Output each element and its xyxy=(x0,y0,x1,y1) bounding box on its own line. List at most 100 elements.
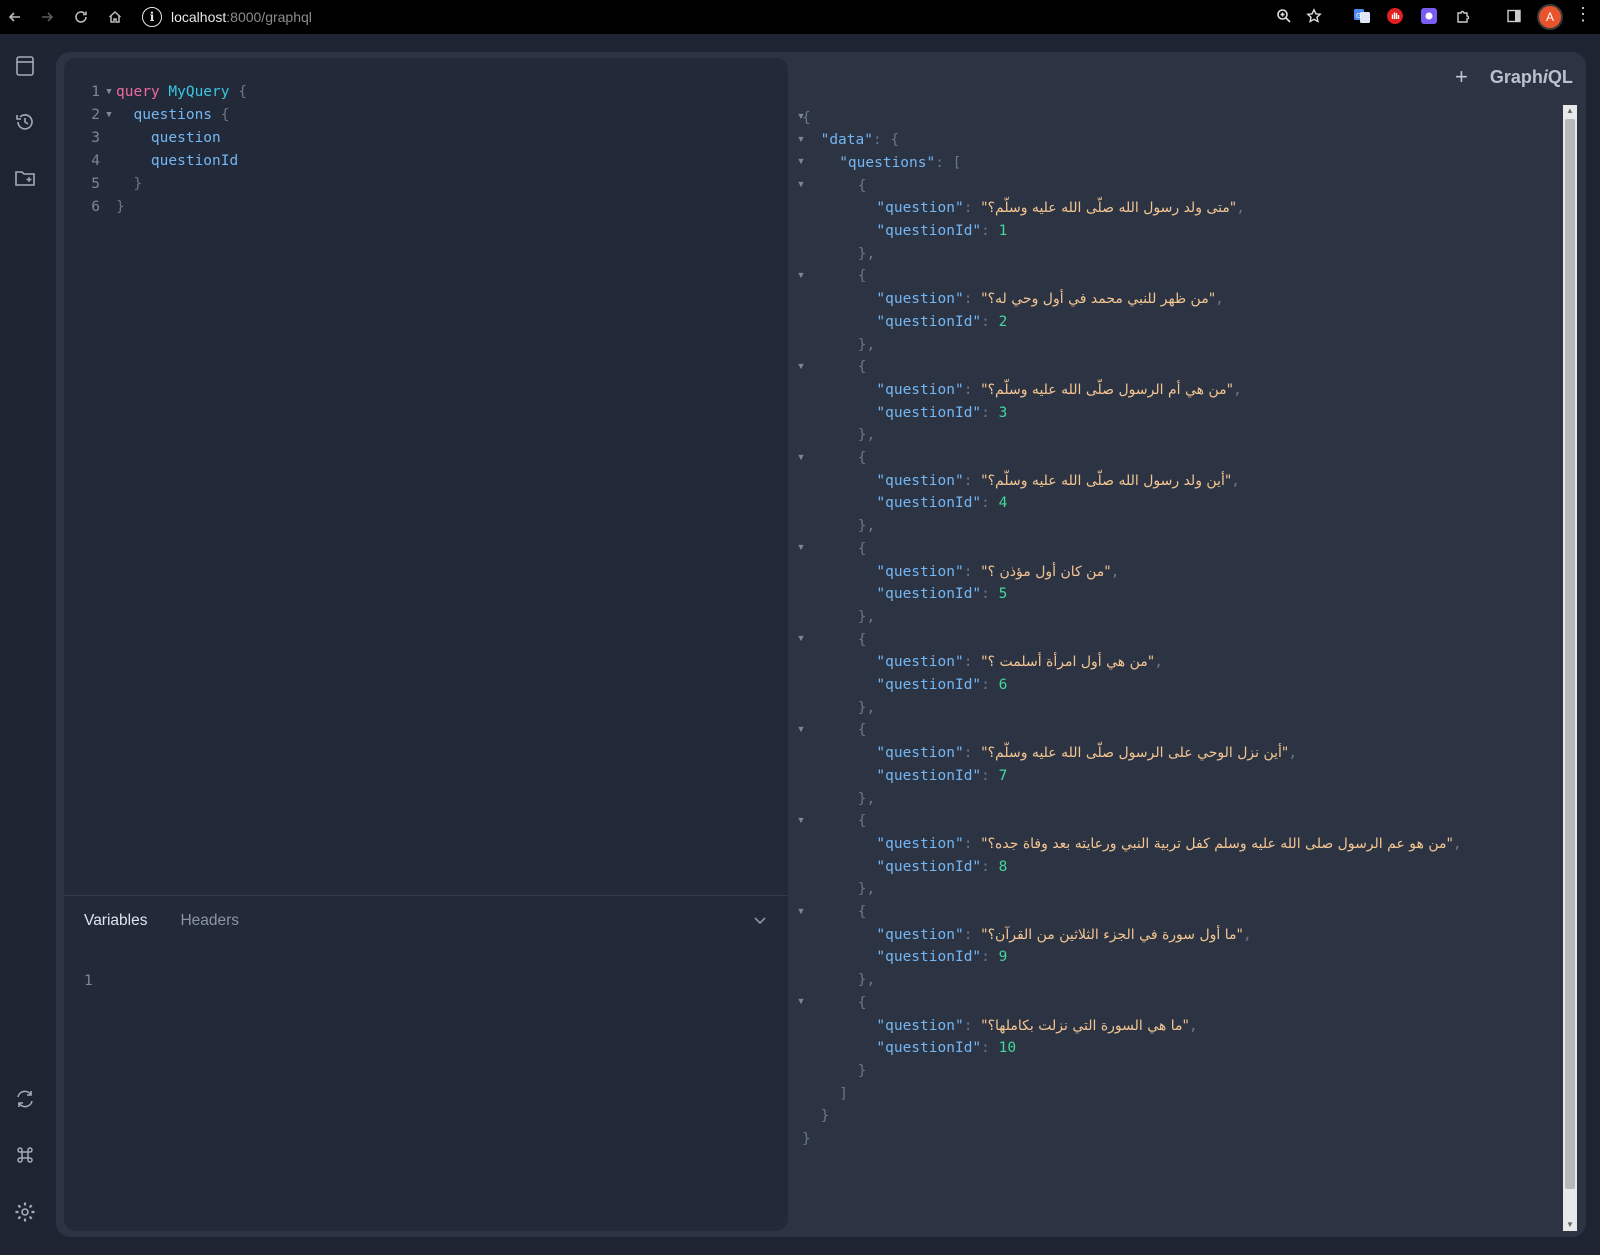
graphiql-logo[interactable]: GraphiQL xyxy=(1490,67,1573,88)
docs-explorer-icon[interactable] xyxy=(13,54,37,78)
json-key: "question" xyxy=(876,835,964,852)
tab-variables[interactable]: Variables xyxy=(84,912,147,930)
scroll-up-icon[interactable]: ▲ xyxy=(1563,105,1577,117)
punct: }, xyxy=(857,518,876,535)
home-icon[interactable] xyxy=(102,0,128,34)
bookmark-star-icon[interactable] xyxy=(1303,5,1325,27)
extensions-puzzle-icon[interactable] xyxy=(1452,5,1474,27)
tab-headers[interactable]: Headers xyxy=(180,912,239,930)
result-line: "questionId": 1 xyxy=(798,220,1007,243)
code-token: } xyxy=(116,198,125,215)
explorer-folder-icon[interactable] xyxy=(13,166,37,190)
punct: : { xyxy=(872,132,900,149)
keyboard-shortcuts-icon[interactable] xyxy=(13,1143,37,1167)
result-line: "questionId": 6 xyxy=(798,674,1007,697)
question-value: "من هو عم الرسول صلى الله عليه وسلم كفل … xyxy=(981,835,1453,852)
line-content: "questionId": 10 xyxy=(876,1040,1016,1056)
result-line: "question": "ما هي السورة التي نزلت بكام… xyxy=(798,1014,1197,1037)
json-key: "question" xyxy=(876,381,964,398)
line-number: 4 xyxy=(91,152,100,169)
line-content: "question": "أين ولد رسول الله صلّى الله… xyxy=(876,473,1240,489)
editor-tools-tabs: Variables Headers xyxy=(84,912,239,930)
scroll-thumb[interactable] xyxy=(1565,119,1575,1189)
result-line: "question": "من هو عم الرسول صلى الله عل… xyxy=(798,832,1461,855)
result-line: "question": "من هي أول امرأة أسلمت ؟", xyxy=(798,651,1163,674)
result-line: "questionId": 7 xyxy=(798,764,1007,787)
fold-arrow-icon[interactable]: ▼ xyxy=(102,110,116,120)
result-line: "question": "من كان أول مؤذن ؟", xyxy=(798,560,1119,583)
session-header: + GraphiQL xyxy=(1455,66,1573,88)
question-id-value: 6 xyxy=(998,677,1008,693)
profile-avatar[interactable]: A xyxy=(1537,4,1563,30)
json-key: "question" xyxy=(876,563,964,580)
reload-icon[interactable] xyxy=(68,0,94,34)
add-tab-button[interactable]: + xyxy=(1455,66,1468,88)
adblock-extension-icon[interactable] xyxy=(1384,5,1406,27)
punct: : xyxy=(981,586,999,603)
result-line: { xyxy=(798,447,867,470)
result-line: "questionId": 2 xyxy=(798,310,1007,333)
query-code[interactable]: 1 ▼ query MyQuery {2 ▼ questions {3 questio… xyxy=(64,80,704,218)
punct: { xyxy=(857,450,867,466)
question-value: "أين ولد رسول الله صلّى الله عليه وسلّم؟… xyxy=(981,472,1232,489)
json-key: "questionId" xyxy=(876,677,982,693)
result-line: "questionId": 3 xyxy=(798,401,1007,424)
forward-icon[interactable] xyxy=(34,0,60,34)
json-key: "question" xyxy=(876,291,964,308)
code-token: question xyxy=(150,129,221,146)
line-content: "question": "ما أول سورة في الجزء الثلاث… xyxy=(876,927,1251,943)
punct: , xyxy=(1242,926,1252,943)
line-content: "questionId": 9 xyxy=(876,949,1007,965)
fold-arrow-icon[interactable]: ▼ xyxy=(102,87,116,97)
history-icon[interactable] xyxy=(13,110,37,134)
line-content: }, xyxy=(858,246,875,262)
result-scrollbar[interactable]: ▲ ▼ xyxy=(1563,105,1577,1231)
query-editor[interactable]: 1 ▼ query MyQuery {2 ▼ questions {3 questio… xyxy=(64,58,788,1231)
line-content: "questionId": 1 xyxy=(876,223,1007,239)
purple-extension-icon[interactable] xyxy=(1418,5,1440,27)
refetch-schema-icon[interactable] xyxy=(13,1087,37,1111)
result-line: } xyxy=(798,1105,830,1128)
code-line: 4 questionId xyxy=(64,149,704,172)
result-line: }, xyxy=(798,878,875,901)
json-key: "questionId" xyxy=(876,313,982,330)
back-icon[interactable] xyxy=(2,0,28,34)
line-number: 3 xyxy=(91,129,100,146)
punct: : xyxy=(963,926,982,943)
scroll-down-icon[interactable]: ▼ xyxy=(1563,1219,1577,1231)
question-value: "ما أول سورة في الجزء الثلاثين من القرآن… xyxy=(981,926,1243,943)
line-content: "question": "من هي أول امرأة أسلمت ؟", xyxy=(876,654,1163,670)
zoom-icon[interactable] xyxy=(1273,5,1295,27)
punct: : xyxy=(963,1017,982,1034)
punct: }, xyxy=(857,972,876,989)
line-number: 6 xyxy=(91,198,100,215)
side-panel-icon[interactable] xyxy=(1503,5,1525,27)
punct: : xyxy=(963,472,982,489)
code-token: query xyxy=(116,83,160,100)
translate-extension-icon[interactable]: G xyxy=(1351,5,1373,27)
punct: : xyxy=(981,677,999,693)
address-bar[interactable]: i localhost:8000/graphql xyxy=(142,3,312,31)
punct: }, xyxy=(857,699,876,716)
settings-gear-icon[interactable] xyxy=(13,1200,37,1224)
result-line: { xyxy=(798,901,867,924)
question-id-value: 2 xyxy=(998,313,1008,330)
code-line: 3 question xyxy=(64,126,704,149)
chevron-down-icon[interactable] xyxy=(752,912,768,928)
result-line: }, xyxy=(798,515,875,538)
punct: { xyxy=(857,359,867,376)
line-content: "questionId": 6 xyxy=(876,677,1007,693)
punct: { xyxy=(802,109,811,126)
line-content: }, xyxy=(858,972,875,988)
question-id-value: 4 xyxy=(998,495,1008,512)
site-info-icon[interactable]: i xyxy=(142,7,162,27)
browser-menu-icon[interactable]: ⋮ xyxy=(1574,4,1592,25)
result-line: "question": "متى ولد رسول الله صلّى الله… xyxy=(798,197,1245,220)
punct: : xyxy=(981,949,999,966)
result-line: "questionId": 10 xyxy=(798,1037,1016,1060)
code-token: { xyxy=(212,106,230,123)
logo-part: QL xyxy=(1547,66,1573,87)
